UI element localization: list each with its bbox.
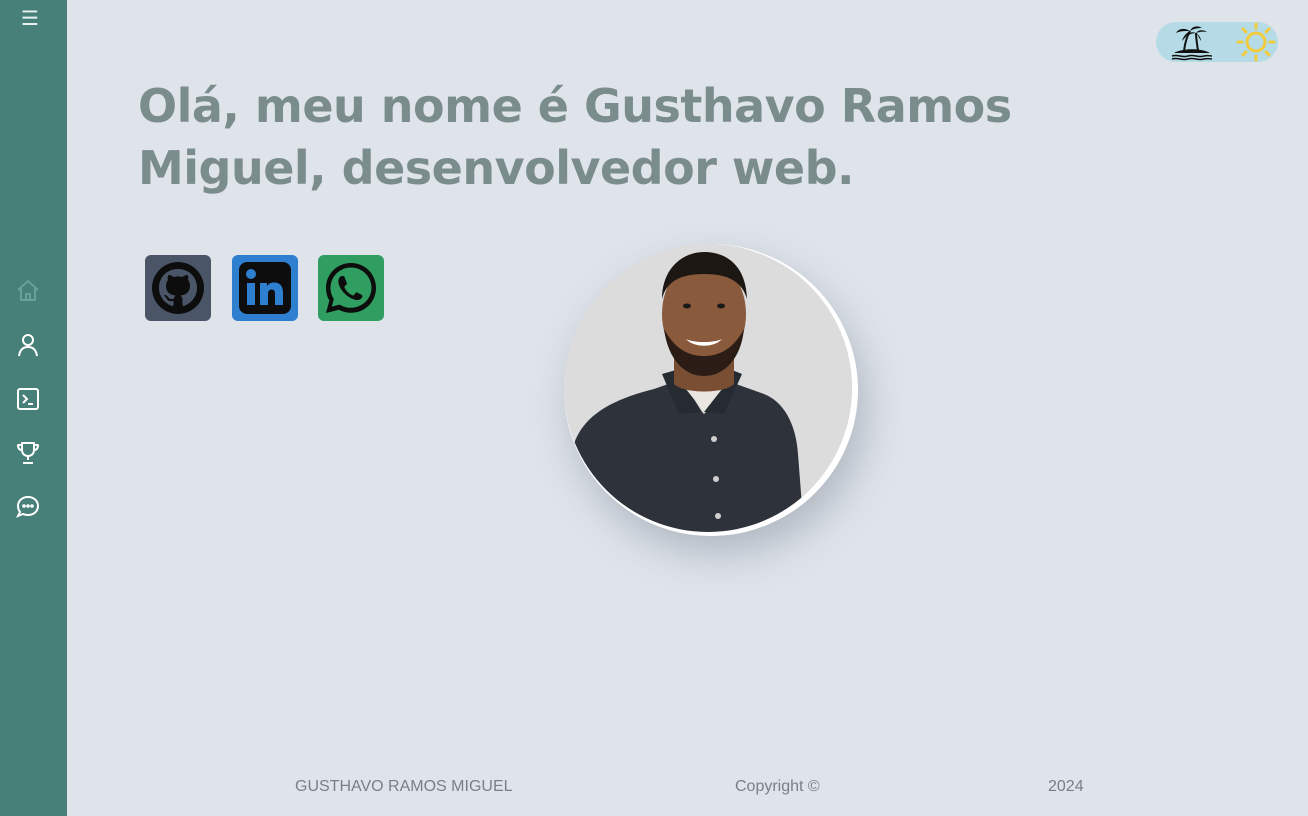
github-icon [152,262,204,314]
github-button[interactable] [145,255,211,321]
chat-icon[interactable] [14,493,42,521]
home-icon[interactable] [14,277,42,305]
linkedin-button[interactable] [232,255,298,321]
footer-copyright: Copyright © [735,778,820,795]
sun-icon [1236,22,1276,62]
profile-photo [564,244,852,532]
trophy-icon[interactable] [14,439,42,467]
terminal-icon[interactable] [14,385,42,413]
footer-year: 2024 [1048,778,1084,795]
theme-toggle[interactable] [1156,22,1278,62]
hamburger-icon[interactable]: ☰ [18,9,42,29]
island-icon [1171,26,1213,61]
whatsapp-button[interactable] [318,255,384,321]
linkedin-icon [239,262,291,314]
footer-name: GUSTHAVO RAMOS MIGUEL [295,778,513,795]
sidebar: ☰ [0,0,67,816]
user-icon[interactable] [14,331,42,359]
whatsapp-icon [326,263,376,313]
profile-photo-frame [564,244,858,536]
hero-greeting: Olá, meu nome é Gusthavo Ramos Miguel, d… [138,79,1012,195]
